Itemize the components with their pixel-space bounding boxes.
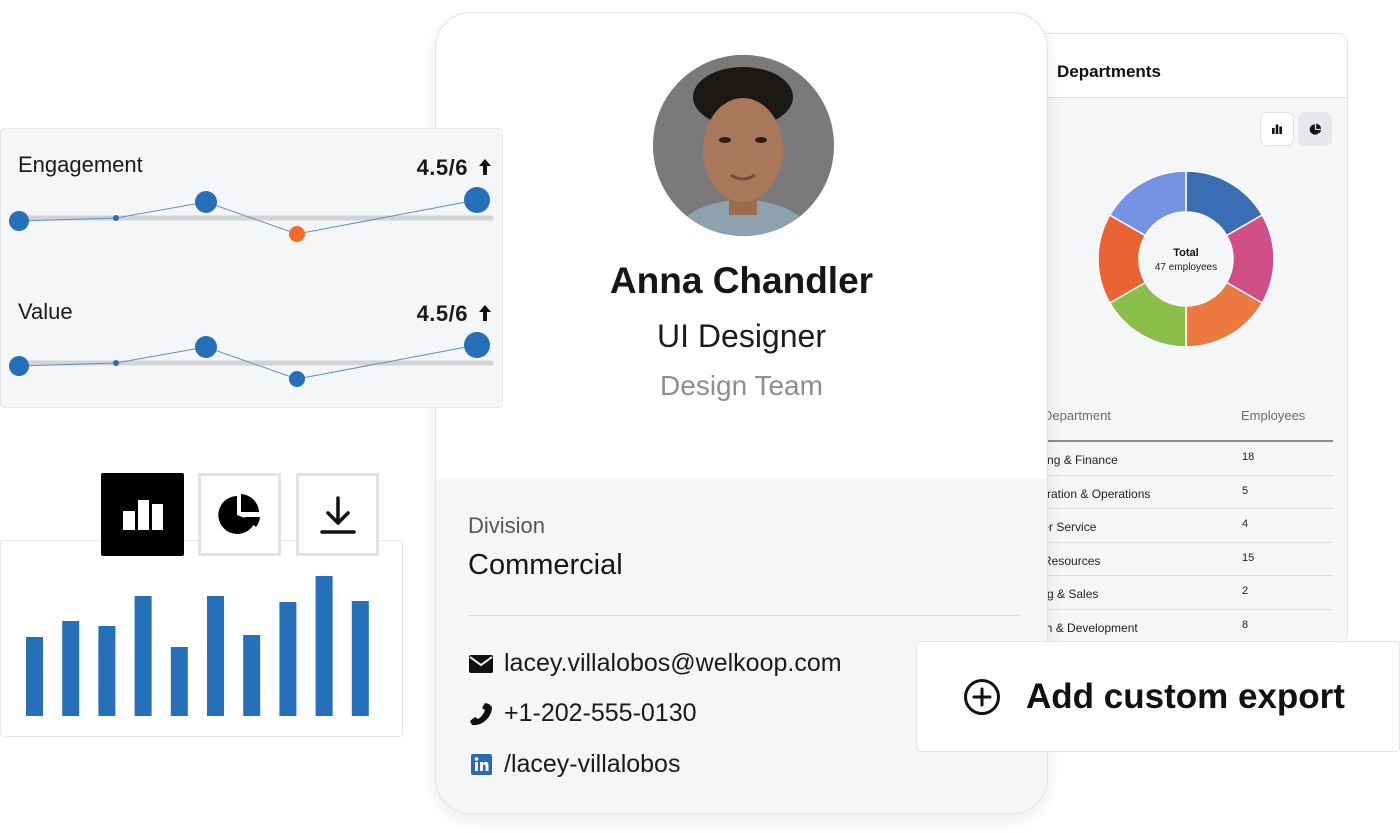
metric-label-engagement: Engagement xyxy=(18,152,143,177)
add-custom-export-label: Add custom export xyxy=(1026,676,1345,716)
sparkline-point xyxy=(289,226,305,242)
divider xyxy=(468,615,1019,616)
bar-chart-icon xyxy=(122,499,163,530)
value-sparkline xyxy=(9,332,494,387)
header-department[interactable]: Department xyxy=(1043,408,1111,423)
employee-count: 2 xyxy=(1242,585,1249,597)
avatar-portrait-image xyxy=(653,55,834,236)
bar-view-toggle[interactable] xyxy=(1260,112,1294,146)
add-custom-export-button[interactable]: Add custom export xyxy=(916,641,1400,752)
departments-table: Department Employees Accounting & Financ… xyxy=(1001,396,1333,643)
bar-1 xyxy=(26,637,43,716)
phone-text[interactable]: +1-202-555-0130 xyxy=(504,699,697,728)
bar-chart-icon xyxy=(1272,124,1282,134)
pie-chart-icon xyxy=(217,493,260,534)
contact-linkedin[interactable]: /lacey-villalobos xyxy=(468,750,680,779)
arrow-up-icon xyxy=(479,159,491,175)
download-icon xyxy=(319,495,356,534)
division-label: Division xyxy=(468,513,546,538)
bar-8 xyxy=(279,602,297,716)
sparkline-point xyxy=(195,336,217,358)
division-value: Commercial xyxy=(468,549,623,581)
bar-chart-button[interactable] xyxy=(101,473,184,556)
table-row[interactable]: Customer Service 4 xyxy=(1001,509,1333,543)
plus-circle-icon xyxy=(964,678,1000,715)
sparkline-point xyxy=(113,215,119,221)
envelope-icon xyxy=(468,651,494,677)
email-text[interactable]: lacey.villalobos@welkoop.com xyxy=(504,649,842,678)
employee-count: 8 xyxy=(1242,618,1249,631)
bar-4 xyxy=(134,596,152,716)
bar-9 xyxy=(315,576,333,716)
departments-title: Departments xyxy=(1057,62,1161,81)
table-row[interactable]: Human Resources 15 xyxy=(1001,543,1333,576)
bar-2 xyxy=(62,621,80,716)
linkedin-icon xyxy=(468,752,494,778)
profile-name: Anna Chandler xyxy=(609,260,874,301)
employee-count: 15 xyxy=(1242,551,1255,564)
bar-chart xyxy=(26,576,369,716)
donut-center-title: Total xyxy=(1173,247,1198,259)
engagement-sparkline xyxy=(9,187,494,242)
download-button[interactable] xyxy=(296,473,379,556)
sparkline-point xyxy=(464,187,490,213)
contact-phone[interactable]: +1-202-555-0130 xyxy=(468,699,697,728)
bar-10 xyxy=(351,601,369,716)
metric-score-engagement: 4.5/6 xyxy=(416,155,468,180)
sparkline-point xyxy=(113,360,119,366)
bar-3 xyxy=(98,626,116,716)
donut-center-subtitle: 47 employees xyxy=(1155,262,1217,273)
pie-view-toggle[interactable] xyxy=(1298,112,1332,146)
table-row[interactable]: Marketing & Sales 2 xyxy=(1001,576,1333,610)
pie-chart-button[interactable] xyxy=(198,473,281,556)
bar-7 xyxy=(243,635,261,716)
metric-score-value: 4.5/6 xyxy=(416,301,468,326)
department-donut-chart: Total 47 employees xyxy=(1097,170,1275,348)
sparkline-point xyxy=(195,191,217,213)
table-header: Department Employees xyxy=(1001,396,1333,442)
departments-header: Departments xyxy=(1001,34,1347,98)
bar-6 xyxy=(207,596,224,716)
phone-icon xyxy=(468,701,494,727)
header-employees[interactable]: Employees xyxy=(1241,408,1305,423)
metrics-card: Engagement 4.5/6 Value 4.5/6 xyxy=(0,128,503,408)
sparkline-point xyxy=(9,211,29,231)
employee-count: 4 xyxy=(1242,518,1249,530)
table-row[interactable]: Administration & Operations 5 xyxy=(1001,476,1333,509)
profile-role: UI Designer xyxy=(657,318,826,354)
avatar xyxy=(653,55,834,236)
sparkline-point xyxy=(289,371,305,387)
table-row[interactable]: Accounting & Finance 18 xyxy=(1001,442,1333,476)
table-row[interactable]: Research & Development 8 xyxy=(1001,610,1333,643)
linkedin-text[interactable]: /lacey-villalobos xyxy=(504,750,680,779)
metric-label-value: Value xyxy=(18,299,73,324)
bar-5 xyxy=(170,647,188,716)
pie-chart-icon xyxy=(1309,123,1321,135)
contact-email[interactable]: lacey.villalobos@welkoop.com xyxy=(468,649,842,678)
departments-panel: Departments Total 47 employees Departmen… xyxy=(1000,33,1348,643)
sparkline-point xyxy=(464,332,490,358)
arrow-up-icon xyxy=(479,305,491,321)
sparkline-point xyxy=(9,356,29,376)
profile-team: Design Team xyxy=(660,370,823,401)
employee-count: 5 xyxy=(1242,484,1249,497)
employee-count: 18 xyxy=(1242,451,1255,463)
bar-chart-card xyxy=(0,540,403,737)
